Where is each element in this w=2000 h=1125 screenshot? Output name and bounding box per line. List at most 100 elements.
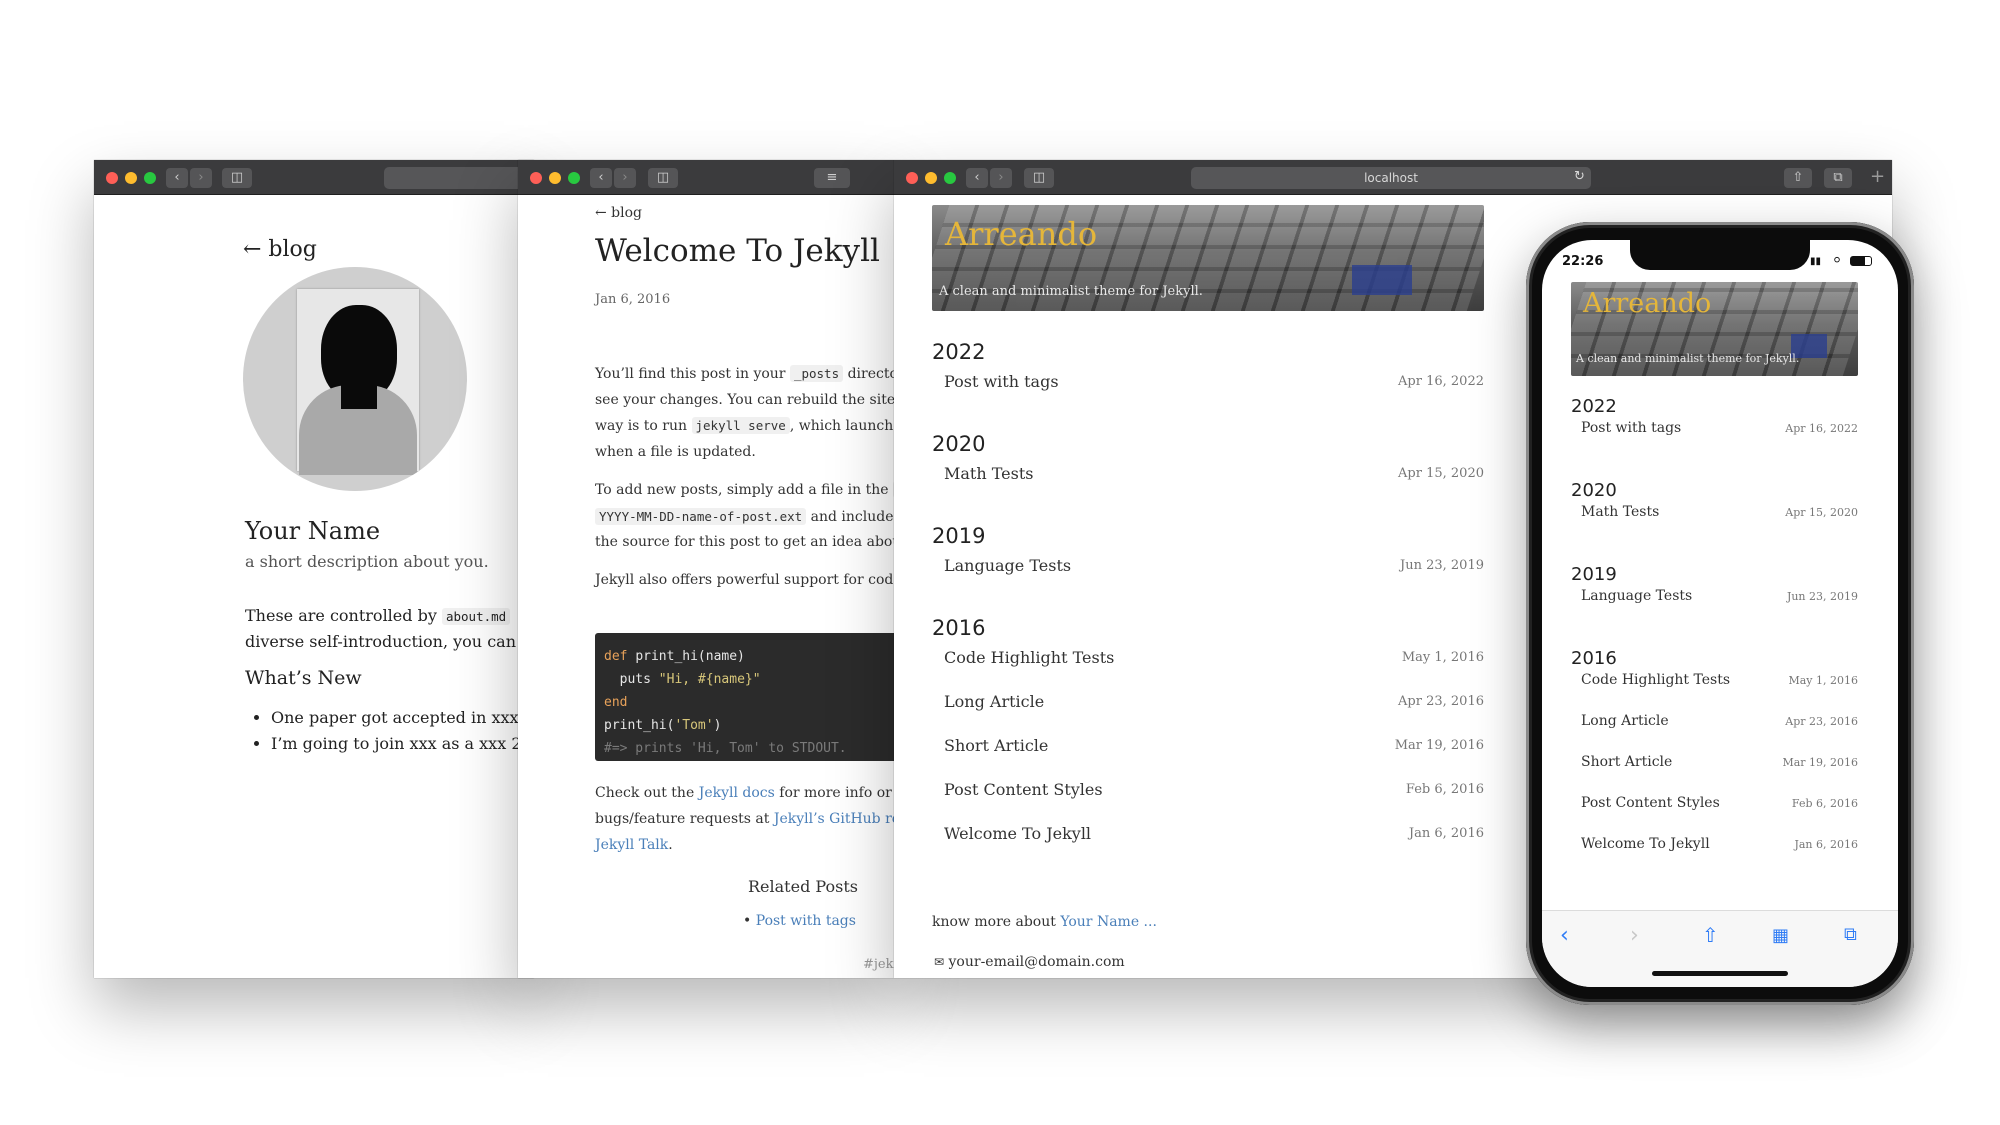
- back-nav-button[interactable]: ‹: [166, 168, 188, 188]
- tabs-icon[interactable]: ⧉: [1844, 924, 1857, 945]
- back-nav-button[interactable]: ‹: [590, 168, 612, 188]
- post-link[interactable]: Code Highlight Tests: [944, 648, 1114, 667]
- phone-site-title[interactable]: Arreando: [1583, 288, 1711, 319]
- phone-site-tagline: A clean and minimalist theme for Jekyll.: [1576, 352, 1800, 365]
- back-arrow-icon[interactable]: ‹: [1560, 923, 1569, 948]
- zoom-window-button[interactable]: [944, 172, 956, 184]
- tag-fragment[interactable]: #jek: [863, 957, 894, 972]
- reload-icon[interactable]: ↻: [1574, 169, 1585, 184]
- year-heading: 2019: [932, 524, 986, 548]
- post-link[interactable]: Short Article: [1581, 754, 1672, 770]
- sidebar-toggle-button[interactable]: ◫: [222, 168, 252, 188]
- year-heading: 2020: [932, 432, 986, 456]
- minimize-window-button[interactable]: [125, 172, 137, 184]
- status-time: 22:26: [1562, 254, 1604, 269]
- post-date: Mar 19, 2016: [1394, 738, 1484, 753]
- post-body: You’ll find this post in your _posts dir…: [595, 361, 894, 593]
- zoom-window-button[interactable]: [144, 172, 156, 184]
- hero-banner: Arreando A clean and minimalist theme fo…: [932, 205, 1484, 311]
- forward-nav-button[interactable]: ›: [990, 168, 1012, 188]
- footer-about: know more about Your Name ...: [932, 914, 1157, 930]
- post-link[interactable]: Post Content Styles: [944, 780, 1103, 799]
- site-tagline: A clean and minimalist theme for Jekyll.: [939, 284, 1203, 299]
- battery-icon: [1850, 256, 1872, 266]
- post-date: May 1, 2016: [1401, 650, 1484, 665]
- post-date: Apr 15, 2020: [1785, 506, 1858, 519]
- address-bar[interactable]: [384, 167, 534, 189]
- post-link[interactable]: Post Content Styles: [1581, 795, 1720, 811]
- blog-back-link[interactable]: ← blog: [595, 205, 642, 221]
- reader-view-button[interactable]: ≡: [814, 168, 850, 188]
- sidebar-toggle-button[interactable]: ◫: [1024, 168, 1054, 188]
- profile-description: a short description about you.: [245, 552, 489, 571]
- post-link[interactable]: Language Tests: [1581, 588, 1692, 604]
- forward-nav-button[interactable]: ›: [190, 168, 212, 188]
- post-link[interactable]: Math Tests: [944, 464, 1034, 483]
- paragraph-3: Jekyll also offers powerful support for …: [595, 571, 894, 588]
- related-post-link[interactable]: Post with tags: [756, 913, 856, 929]
- post-date: Apr 16, 2022: [1785, 422, 1858, 435]
- minimize-window-button[interactable]: [549, 172, 561, 184]
- post-link[interactable]: Code Highlight Tests: [1581, 672, 1730, 688]
- forward-nav-button[interactable]: ›: [614, 168, 636, 188]
- post-date: Feb 6, 2016: [1791, 797, 1858, 810]
- about-link[interactable]: Your Name ...: [1060, 914, 1157, 930]
- paragraph-2: To add new posts, simply add a file in t…: [595, 477, 894, 556]
- jekyll-docs-link[interactable]: Jekyll docs: [699, 785, 775, 801]
- post-date: Apr 23, 2016: [1398, 694, 1484, 709]
- paragraph-1: You’ll find this post in your _posts dir…: [595, 365, 894, 460]
- share-icon[interactable]: ⇧: [1702, 923, 1719, 947]
- post-link[interactable]: Long Article: [1581, 713, 1669, 729]
- post-link[interactable]: Short Article: [944, 736, 1048, 755]
- post-date: May 1, 2016: [1788, 674, 1858, 687]
- about-md-code: about.md: [441, 608, 511, 625]
- post-link[interactable]: Long Article: [944, 692, 1044, 711]
- forward-arrow-icon[interactable]: ›: [1630, 923, 1639, 948]
- zoom-window-button[interactable]: [568, 172, 580, 184]
- site-title[interactable]: Arreando: [945, 215, 1097, 253]
- news-item: One paper got accepted in xxx 2: [271, 705, 534, 731]
- close-window-button[interactable]: [906, 172, 918, 184]
- post-link[interactable]: Post with tags: [1581, 420, 1681, 436]
- post-date: Jun 23, 2019: [1786, 590, 1858, 603]
- news-item: I’m going to join xxx as a xxx 20: [271, 731, 534, 757]
- home-indicator[interactable]: [1652, 971, 1788, 976]
- wifi-icon: ⚪: [1832, 253, 1843, 267]
- post-title: Welcome To Jekyll: [595, 233, 880, 269]
- post-date: Apr 16, 2022: [1398, 374, 1484, 389]
- jekyll-talk-link[interactable]: Jekyll Talk: [595, 837, 668, 853]
- about-window-titlebar: ‹ › ◫: [94, 160, 534, 195]
- minimize-window-button[interactable]: [925, 172, 937, 184]
- post-link[interactable]: Welcome To Jekyll: [1581, 836, 1710, 852]
- post-page: ← blog Welcome To Jekyll Jan 6, 2016 You…: [518, 195, 894, 978]
- post-date: Apr 15, 2020: [1398, 466, 1484, 481]
- year-heading: 2020: [1571, 480, 1617, 501]
- back-nav-button[interactable]: ‹: [966, 168, 988, 188]
- post-link[interactable]: Welcome To Jekyll: [944, 824, 1091, 843]
- footer-email[interactable]: ✉ your-email@domain.com: [934, 954, 1125, 970]
- close-window-button[interactable]: [530, 172, 542, 184]
- year-heading: 2022: [1571, 396, 1617, 417]
- post-window-titlebar: ‹ › ◫ ≡: [518, 160, 894, 195]
- bookmarks-icon[interactable]: ▦: [1772, 925, 1789, 946]
- phone-screen: 22:26 ▮▮ ⚪ Arreando A clean and minimali…: [1542, 240, 1898, 987]
- share-button[interactable]: ⇧: [1784, 168, 1812, 188]
- envelope-icon: ✉: [934, 955, 945, 969]
- about-page: ← blog Your Name a short description abo…: [94, 195, 534, 978]
- new-tab-plus-icon[interactable]: +: [1870, 166, 1885, 187]
- post-window: ‹ › ◫ ≡ ← blog Welcome To Jekyll Jan 6, …: [518, 160, 894, 978]
- silhouette-neck: [341, 379, 377, 409]
- year-heading: 2022: [932, 340, 986, 364]
- post-link[interactable]: Language Tests: [944, 556, 1071, 575]
- address-bar[interactable]: localhost: [1191, 167, 1591, 189]
- blog-back-link[interactable]: ← blog: [243, 237, 317, 262]
- jekyll-github-link[interactable]: Jekyll’s GitHub repo: [774, 811, 894, 827]
- iphone-device: 22:26 ▮▮ ⚪ Arreando A clean and minimali…: [1526, 222, 1914, 1005]
- post-link[interactable]: Math Tests: [1581, 504, 1659, 520]
- post-date: Jun 23, 2019: [1400, 558, 1484, 573]
- related-posts-heading: Related Posts: [748, 877, 858, 896]
- sidebar-toggle-button[interactable]: ◫: [648, 168, 678, 188]
- close-window-button[interactable]: [106, 172, 118, 184]
- post-link[interactable]: Post with tags: [944, 372, 1059, 391]
- tabs-overview-button[interactable]: ⧉: [1824, 168, 1852, 188]
